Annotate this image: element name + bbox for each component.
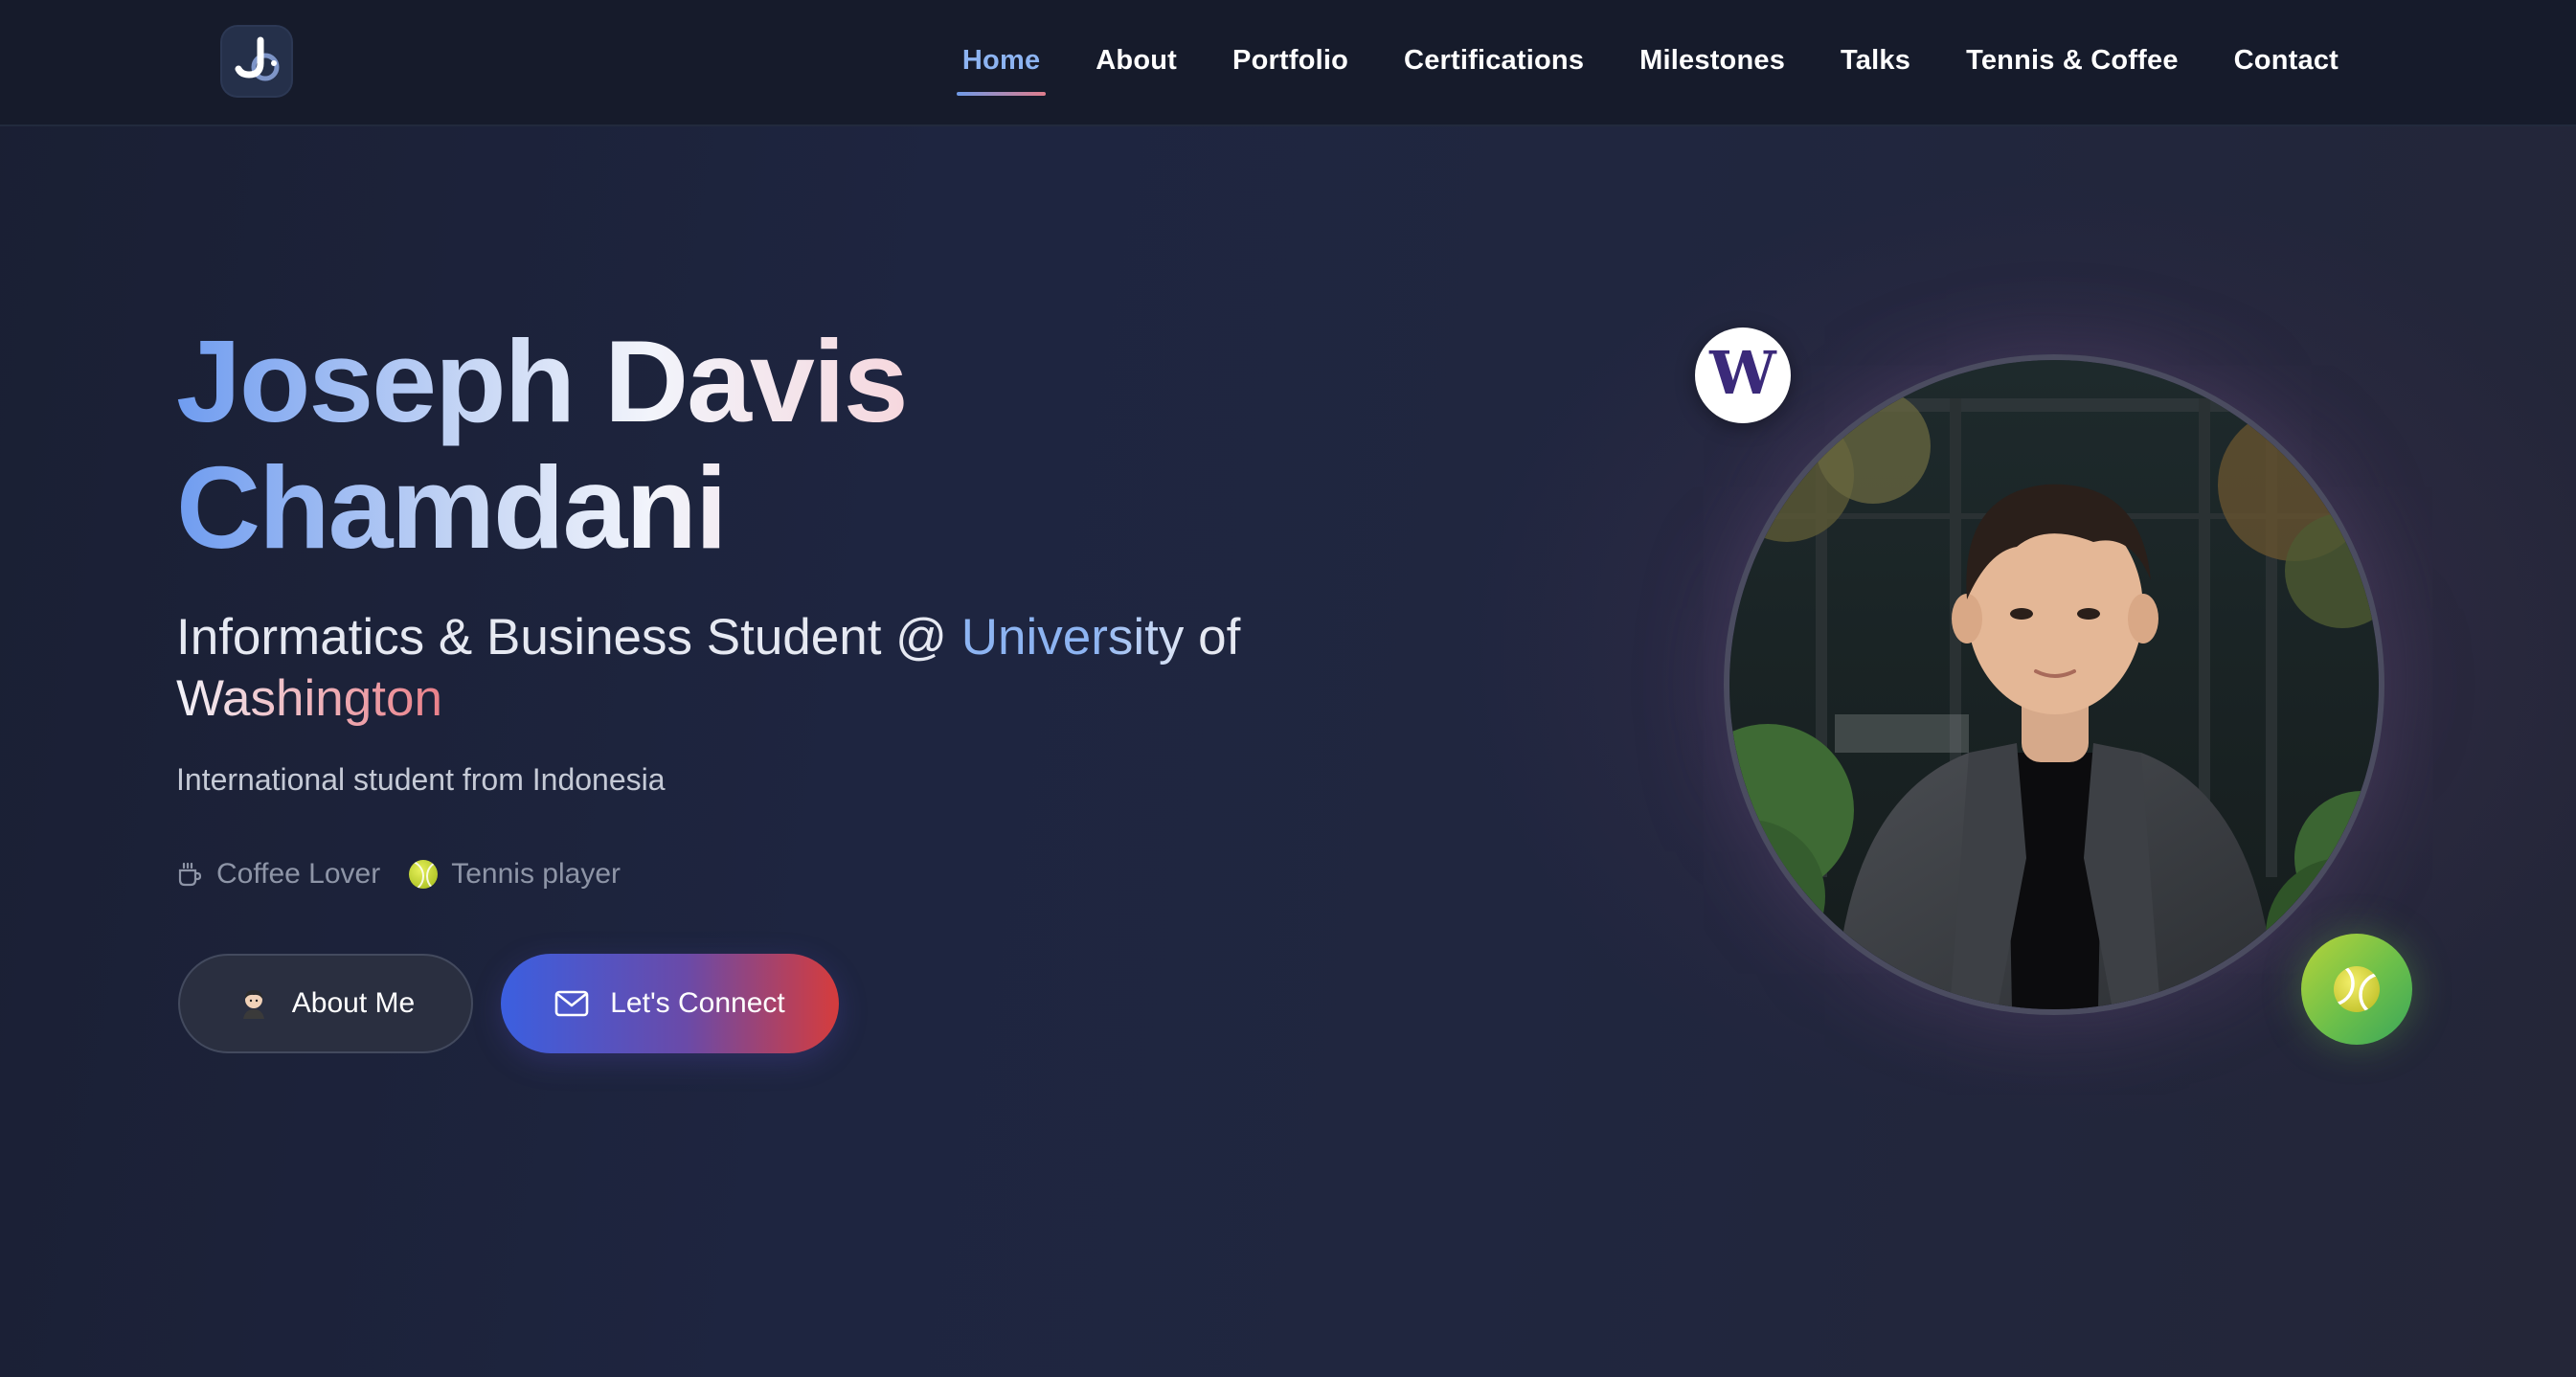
- tag-tennis-label: Tennis player: [451, 858, 621, 890]
- mail-icon: [554, 990, 589, 1017]
- tag-coffee: Coffee Lover: [176, 858, 380, 891]
- hero-name-line1: Joseph Davis: [176, 316, 907, 446]
- uw-logo-badge: W: [1695, 327, 1791, 423]
- subtitle-text: Informatics & Business Student @: [176, 609, 961, 666]
- subtitle-of: of: [1184, 609, 1241, 666]
- avatar-icon: [242, 990, 264, 1019]
- tennis-ball-icon: [409, 860, 439, 889]
- tag-coffee-label: Coffee Lover: [216, 858, 381, 890]
- nav-tennis-coffee[interactable]: Tennis & Coffee: [1966, 45, 2179, 77]
- hero-name: Joseph Davis Chamdani: [176, 318, 1325, 571]
- lets-connect-label: Let's Connect: [610, 987, 785, 1019]
- uw-logo-icon: W: [1709, 338, 1776, 408]
- nav-home[interactable]: Home: [956, 45, 1047, 96]
- subtitle-university: University: [960, 609, 1185, 666]
- tag-tennis: Tennis player: [409, 858, 621, 891]
- nav-milestones[interactable]: Milestones: [1639, 45, 1785, 77]
- hero-tags: Coffee Lover Tennis player: [176, 858, 621, 891]
- tennis-ball-icon: [2334, 966, 2380, 1012]
- navbar: Home About Portfolio Certifications Mile…: [0, 0, 2576, 126]
- nav-contact[interactable]: Contact: [2234, 45, 2339, 77]
- nav-links: Home About Portfolio Certifications Mile…: [956, 0, 2339, 121]
- page: Home About Portfolio Certifications Mile…: [0, 0, 2576, 1377]
- coffee-cup-icon: [178, 862, 202, 887]
- hero-subtitle: Informatics & Business Student @ Univers…: [176, 607, 1325, 730]
- tennis-badge: [2301, 934, 2412, 1045]
- nav-portfolio[interactable]: Portfolio: [1232, 45, 1348, 77]
- about-me-button[interactable]: About Me: [178, 954, 473, 1053]
- logo[interactable]: [222, 27, 291, 96]
- hero-origin: International student from Indonesia: [176, 762, 666, 797]
- profile-photo-illustration: [1729, 360, 2379, 1009]
- nav-about[interactable]: About: [1096, 45, 1177, 77]
- subtitle-washington: Washington: [176, 670, 442, 727]
- about-me-label: About Me: [291, 987, 416, 1019]
- jc-monogram-icon: [235, 36, 280, 81]
- lets-connect-button[interactable]: Let's Connect: [501, 954, 839, 1053]
- profile-photo: [1724, 354, 2384, 1015]
- hero-name-line2: Chamdani: [176, 442, 726, 573]
- nav-certifications[interactable]: Certifications: [1404, 45, 1584, 77]
- nav-talks[interactable]: Talks: [1841, 45, 1910, 77]
